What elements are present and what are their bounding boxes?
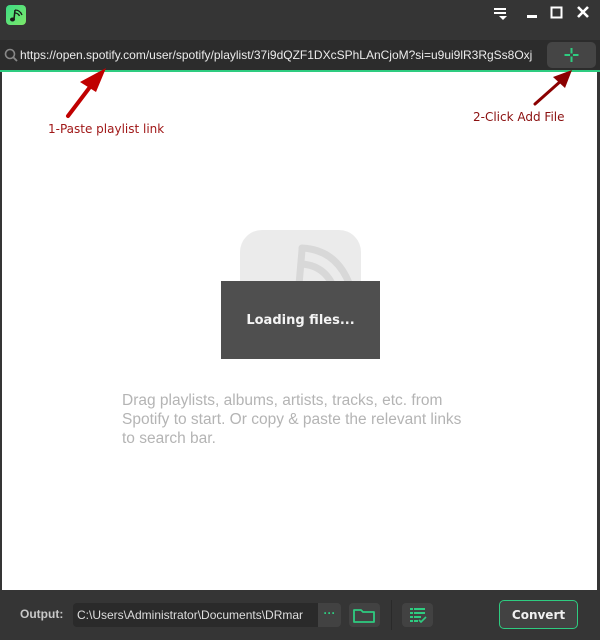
empty-state-hint: Drag playlists, albums, artists, tracks,…: [122, 392, 462, 447]
close-icon[interactable]: [574, 3, 594, 21]
app-logo-icon: [6, 5, 26, 25]
plus-icon: [564, 48, 579, 62]
open-folder-button[interactable]: [349, 603, 380, 627]
maximize-icon[interactable]: [547, 3, 567, 21]
annotation-step2: 2-Click Add File: [473, 110, 565, 124]
search-bar: https://open.spotify.com/user/spotify/pl…: [0, 40, 600, 70]
convert-button[interactable]: Convert: [499, 600, 578, 629]
folder-icon: [353, 609, 375, 623]
annotation-step1: 1-Paste playlist link: [48, 122, 165, 136]
minimize-icon[interactable]: [523, 3, 543, 21]
add-file-button[interactable]: [547, 42, 596, 68]
menu-icon[interactable]: [491, 3, 511, 21]
search-icon: [4, 48, 18, 62]
browse-output-button[interactable]: ···: [318, 603, 341, 627]
title-bar: [0, 0, 600, 40]
footer-bar: Output: C:\Users\Administrator\Documents…: [0, 590, 600, 640]
output-path-field[interactable]: C:\Users\Administrator\Documents\DRmar: [73, 603, 318, 627]
loading-overlay: Loading files...: [221, 281, 380, 359]
converted-list-button[interactable]: [402, 603, 433, 627]
url-input[interactable]: https://open.spotify.com/user/spotify/pl…: [20, 45, 544, 65]
checklist-icon: [410, 608, 427, 624]
output-label: Output:: [20, 607, 64, 621]
footer-separator: [391, 600, 392, 630]
